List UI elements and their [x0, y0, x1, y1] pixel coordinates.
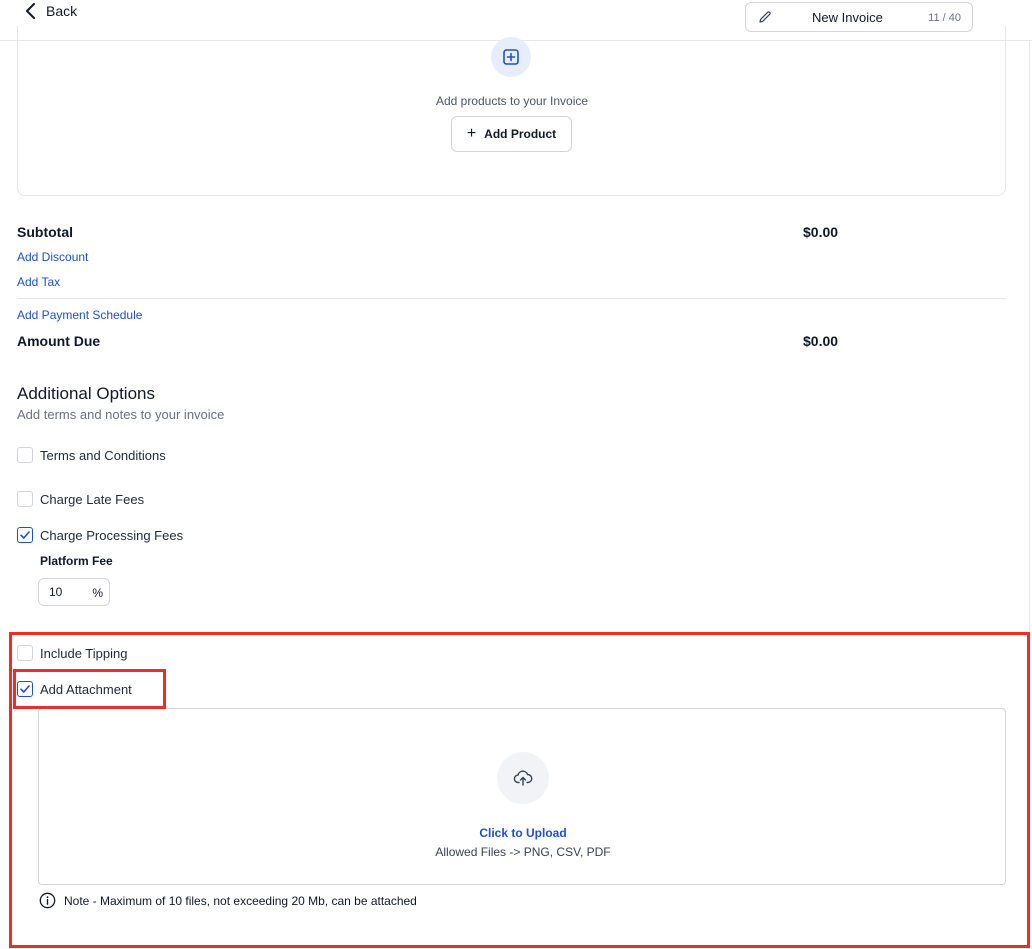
option-label: Charge Processing Fees — [40, 527, 184, 543]
add-payment-schedule-link[interactable]: Add Payment Schedule — [17, 308, 142, 322]
allowed-files-text: Allowed Files -> PNG, CSV, PDF — [435, 845, 611, 859]
chevron-left-icon — [26, 3, 35, 19]
add-attachment-checkbox[interactable] — [17, 681, 33, 697]
platform-fee-field[interactable]: % — [38, 578, 110, 606]
plus-icon: + — [466, 125, 477, 142]
option-label: Charge Late Fees — [40, 491, 145, 507]
additional-options-title: Additional Options — [17, 384, 155, 403]
add-product-label: Add Product — [484, 127, 557, 141]
terms-conditions-option[interactable]: Terms and Conditions — [17, 447, 166, 463]
cloud-upload-icon — [513, 770, 533, 786]
terms-conditions-checkbox[interactable] — [17, 447, 33, 463]
scroll-divider — [1029, 41, 1030, 631]
invoice-title: New Invoice — [812, 10, 883, 25]
option-label: Terms and Conditions — [40, 447, 166, 463]
percent-unit: % — [92, 586, 103, 600]
attachment-note: Note - Maximum of 10 files, not exceedin… — [39, 892, 417, 909]
attachment-note-text: Note - Maximum of 10 files, not exceedin… — [64, 893, 417, 908]
add-products-prompt: Add products to your Invoice — [435, 94, 589, 108]
title-char-count: 11 / 40 — [928, 12, 961, 24]
charge-processing-fees-checkbox[interactable] — [17, 527, 33, 543]
amount-due-label: Amount Due — [17, 333, 101, 349]
checkmark-icon — [20, 531, 30, 539]
platform-fee-label: Platform Fee — [40, 554, 113, 568]
upload-icon-circle — [497, 752, 549, 804]
option-label: Add Attachment — [40, 681, 132, 697]
back-label: Back — [46, 3, 78, 19]
additional-options-subtitle: Add terms and notes to your invoice — [17, 407, 225, 422]
add-discount-link[interactable]: Add Discount — [17, 250, 88, 264]
checkmark-icon — [20, 685, 30, 693]
charge-processing-fees-option[interactable]: Charge Processing Fees — [17, 527, 183, 543]
option-label: Include Tipping — [40, 645, 128, 661]
subtotal-label: Subtotal — [17, 224, 73, 240]
amount-due-value: $0.00 — [803, 333, 839, 349]
plus-square-icon — [503, 49, 519, 65]
add-attachment-option[interactable]: Add Attachment — [17, 681, 132, 697]
totals-divider — [17, 298, 1006, 299]
back-button[interactable]: Back — [24, 3, 77, 19]
include-tipping-option[interactable]: Include Tipping — [17, 645, 127, 661]
add-products-icon-circle — [491, 37, 531, 77]
charge-late-fees-option[interactable]: Charge Late Fees — [17, 491, 144, 507]
upload-dropzone[interactable]: Click to Upload Allowed Files -> PNG, CS… — [38, 708, 1006, 885]
add-tax-link[interactable]: Add Tax — [17, 275, 60, 289]
info-icon — [39, 892, 56, 909]
pencil-icon — [759, 11, 771, 23]
charge-late-fees-checkbox[interactable] — [17, 491, 33, 507]
click-to-upload-link[interactable]: Click to Upload — [39, 826, 1007, 840]
platform-fee-input[interactable] — [49, 585, 89, 599]
include-tipping-checkbox[interactable] — [17, 645, 33, 661]
subtotal-value: $0.00 — [803, 224, 839, 240]
add-product-button[interactable]: + Add Product — [451, 116, 572, 152]
